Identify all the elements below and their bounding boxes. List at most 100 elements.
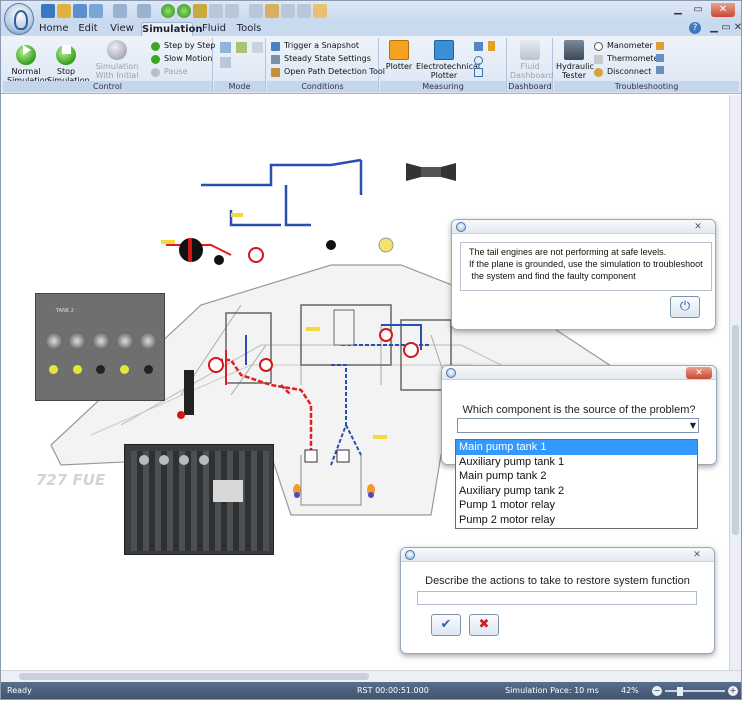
power-button[interactable]: ⏻ [670,296,700,318]
ribbon-close-icon[interactable]: ✕ [729,21,741,35]
dropdown-option[interactable]: Main pump tank 1 [456,440,697,455]
hammer-icon[interactable] [656,66,664,74]
wrench-icon[interactable] [656,54,664,62]
engine-icon [336,449,350,463]
horizontal-scrollbar[interactable] [1,670,741,682]
zoom-slider-thumb[interactable] [677,687,683,696]
undo-icon[interactable] [113,4,127,18]
component-select[interactable]: ▼ [457,418,699,433]
lightning-icon[interactable] [488,41,495,51]
save-icon[interactable] [73,4,87,18]
vertical-scroll-thumb[interactable] [732,325,739,535]
normal-simulation-button[interactable]: Normal Simulation [7,40,50,85]
tab-view[interactable]: View [109,22,135,36]
layout-icon[interactable] [281,4,295,18]
plotter-button[interactable]: Plotter [382,40,416,71]
cancel-button[interactable]: ✖ [469,614,499,636]
indicator-light-icon [96,364,106,374]
tab-simulation[interactable]: Simulation [141,22,203,36]
engine-exhaust [294,492,300,498]
knob-icon[interactable] [91,332,110,350]
vertical-scrollbar[interactable] [729,95,741,670]
mode-select-icon[interactable] [252,42,263,53]
dropdown-option[interactable]: Main pump tank 2 [456,469,697,484]
align-icon[interactable] [265,4,279,18]
app-icon [456,222,466,232]
open-path-detection-button[interactable]: Open Path Detection Tool [271,66,385,78]
thermometer-icon [594,55,603,64]
close-icon[interactable]: ✕ [711,3,735,17]
fluid-dashboard-button[interactable]: Fluid Dashboard [510,40,553,80]
tool-icon[interactable] [656,42,664,50]
dialog-close-button[interactable]: ✕ [686,367,712,379]
info-message: The tail engines are not performing at s… [460,242,712,291]
pump-icon[interactable] [248,247,264,263]
dropdown-option[interactable]: Auxiliary pump tank 1 [456,455,697,470]
dropdown-option[interactable]: Auxiliary pump tank 2 [456,484,697,499]
electrotechnical-plotter-button[interactable]: Electrotechnical Plotter [416,40,480,80]
question-text: Which component is the source of the pro… [462,404,696,416]
label-tag [161,240,175,244]
zoom-out-icon[interactable] [225,4,239,18]
help-icon[interactable]: ? [689,22,701,34]
redo-icon[interactable] [137,4,151,18]
info-line: If the plane is grounded, use the simula… [469,259,703,269]
folder-icon[interactable] [193,4,207,18]
tab-home[interactable]: Home [39,22,69,36]
dialog-titlebar: ✕ [452,220,715,234]
minimize-icon[interactable]: ▁ [669,3,687,17]
zoom-in-icon[interactable]: + [728,686,738,696]
thermometer-button[interactable]: Thermometer [594,53,662,65]
print-icon[interactable] [89,4,103,18]
pump-icon[interactable] [208,357,224,373]
dropdown-arrow-icon[interactable]: ▼ [690,419,696,433]
knob-icon[interactable] [68,332,87,350]
grid-icon[interactable] [249,4,263,18]
label-tag [231,213,243,217]
trigger-snapshot-button[interactable]: Trigger a Snapshot [271,40,359,52]
steady-state-settings-button[interactable]: Steady State Settings [271,53,371,65]
knob-icon[interactable] [139,332,158,350]
manometer-button[interactable]: Manometer [594,40,653,52]
connector-icon[interactable] [474,68,483,77]
zoom-out-icon[interactable]: − [652,686,662,696]
path-icon [271,68,280,77]
pause-button[interactable]: Pause [151,66,188,78]
disconnect-button[interactable]: Disconnect [594,66,651,78]
tab-tools[interactable]: Tools [236,22,262,36]
step-by-step-button[interactable]: Step by Step [151,40,215,52]
tab-edit[interactable]: Edit [77,22,99,36]
group-label-troubleshooting: Troubleshooting [554,81,739,92]
dropdown-option[interactable]: Pump 1 motor relay [456,498,697,513]
horizontal-scroll-thumb[interactable] [19,673,369,680]
mode-pan-icon[interactable] [220,57,231,68]
zoom-icon[interactable] [209,4,223,18]
clipboard-icon[interactable] [313,4,327,18]
mode-edit-icon[interactable] [220,42,231,53]
pump-icon[interactable] [379,328,393,342]
stop-simulation-button[interactable]: Stop Simulation [47,40,90,85]
dropdown-option[interactable]: Pump 2 motor relay [456,513,697,528]
open-icon[interactable] [57,4,71,18]
tab-fluid[interactable]: Fluid [201,22,227,36]
mode-simulate-icon[interactable] [236,42,247,53]
application-menu-icon[interactable] [4,3,34,35]
slow-motion-button[interactable]: Slow Motion [151,53,212,65]
text-icon[interactable] [297,4,311,18]
pump-icon[interactable] [259,358,273,372]
knob-icon[interactable] [44,332,63,350]
pump-icon[interactable] [403,342,419,358]
knob-icon[interactable] [115,332,134,350]
dialog-close-button[interactable]: ✕ [684,549,710,561]
dialog-close-button[interactable]: ✕ [685,221,711,233]
actions-input[interactable] [417,591,697,605]
hydraulic-tester-button[interactable]: Hydraulic Tester [556,40,594,80]
maximize-icon[interactable]: ▭ [689,3,707,17]
new-icon[interactable] [41,4,55,18]
zoom-slider[interactable] [665,690,725,692]
sensor-icon[interactable] [474,56,483,65]
ok-button[interactable]: ✔ [431,614,461,636]
probe-icon[interactable] [474,42,483,51]
stop-icon[interactable] [177,4,191,18]
run-icon[interactable] [161,4,175,18]
